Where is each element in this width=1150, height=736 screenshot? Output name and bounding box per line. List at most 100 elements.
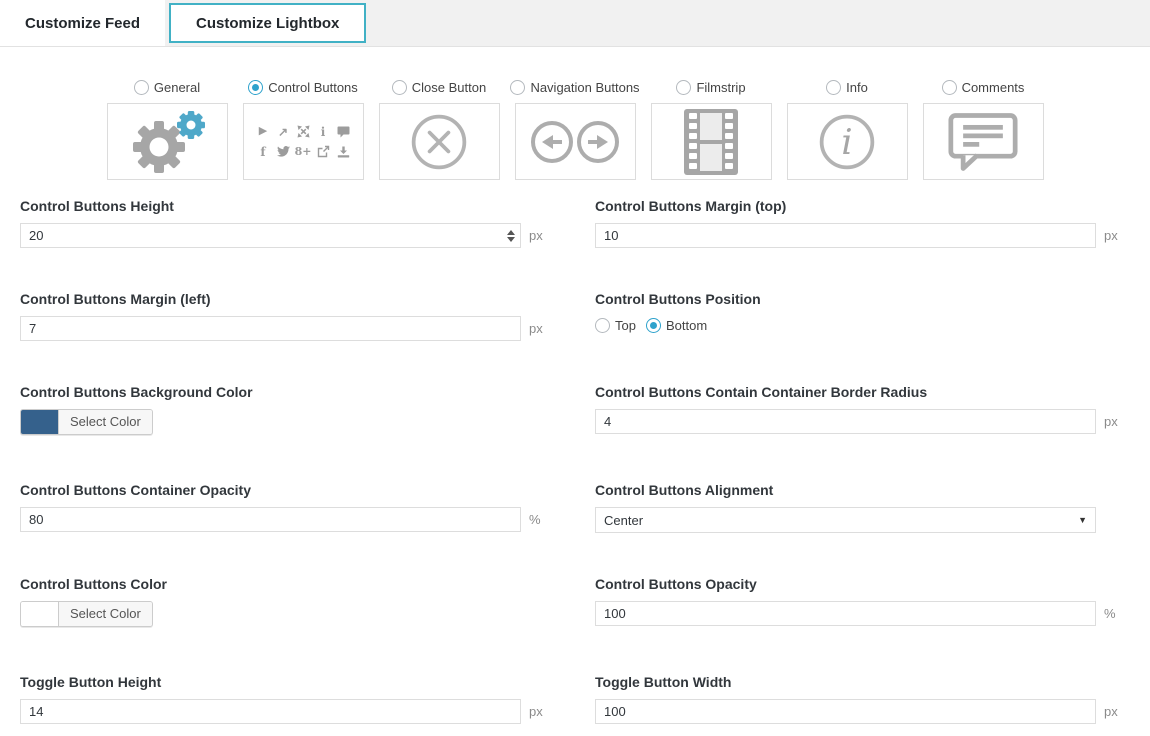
tab-bar: Customize Feed Customize Lightbox <box>0 0 1150 47</box>
control-buttons-margin-top-label: Control Buttons Margin (top) <box>595 198 1122 215</box>
position-top-label: Top <box>615 318 636 333</box>
close-circle-icon <box>408 111 470 173</box>
lightbox-section-picker: General <box>0 78 1150 180</box>
control-buttons-margin-top-input[interactable] <box>595 223 1096 248</box>
twitter-icon <box>277 146 290 157</box>
number-stepper-icon[interactable] <box>507 230 515 242</box>
section-navigation-buttons-icon-box[interactable] <box>515 103 636 180</box>
field-control-buttons-margin-left: Control Buttons Margin (left) px <box>20 291 547 341</box>
control-buttons-height-input[interactable] <box>20 223 521 248</box>
alignment-selected-value: Center <box>604 513 643 528</box>
control-buttons-opacity-input[interactable] <box>595 601 1096 626</box>
section-radio-general[interactable]: General <box>134 78 200 96</box>
control-buttons-background-color-label: Control Buttons Background Color <box>20 384 547 401</box>
section-info-icon-box[interactable]: i <box>787 103 908 180</box>
play-icon: ▶ <box>259 126 267 137</box>
unit-label: px <box>1104 228 1122 243</box>
section-close-button-label: Close Button <box>412 80 486 95</box>
section-comments-label: Comments <box>962 80 1025 95</box>
section-radio-close-button[interactable]: Close Button <box>392 78 486 96</box>
section-control-buttons-icon-box[interactable]: ▶ ↗ i f 8+ <box>243 103 364 180</box>
field-toggle-button-width: Toggle Button Width px <box>595 674 1122 724</box>
control-buttons-margin-left-input[interactable] <box>20 316 521 341</box>
select-color-button[interactable]: Select Color <box>59 602 152 626</box>
position-bottom-label: Bottom <box>666 318 707 333</box>
unit-label: px <box>529 228 547 243</box>
section-radio-comments[interactable]: Comments <box>942 78 1025 96</box>
radio-bottom-icon[interactable] <box>646 318 661 333</box>
unit-label: % <box>1104 606 1122 621</box>
container-border-radius-label: Control Buttons Contain Container Border… <box>595 384 1122 401</box>
radio-comments-icon[interactable] <box>942 80 957 95</box>
filmstrip-icon <box>681 108 741 176</box>
section-radio-control-buttons[interactable]: Control Buttons <box>248 78 358 96</box>
container-border-radius-input[interactable] <box>595 409 1096 434</box>
section-info-label: Info <box>846 80 868 95</box>
select-color-button[interactable]: Select Color <box>59 410 152 434</box>
radio-navigation-buttons-icon[interactable] <box>510 80 525 95</box>
facebook-icon: f <box>260 146 265 158</box>
nav-arrows-icon <box>527 119 623 165</box>
control-buttons-icon-set: ▶ ↗ i f 8+ <box>256 125 350 158</box>
radio-info-icon[interactable] <box>826 80 841 95</box>
section-filmstrip-label: Filmstrip <box>696 80 745 95</box>
radio-top-icon[interactable] <box>595 318 610 333</box>
toggle-button-height-input[interactable] <box>20 699 521 724</box>
field-container-border-radius: Control Buttons Contain Container Border… <box>595 384 1122 439</box>
toggle-button-width-input[interactable] <box>595 699 1096 724</box>
color-swatch[interactable] <box>21 410 59 434</box>
unit-label: px <box>1104 704 1122 719</box>
section-control-buttons-label: Control Buttons <box>268 80 358 95</box>
section-general-icon-box[interactable] <box>107 103 228 180</box>
alignment-select[interactable]: Center ▼ <box>595 507 1096 533</box>
control-buttons-position-label: Control Buttons Position <box>595 291 1122 308</box>
section-filmstrip-icon-box[interactable] <box>651 103 772 180</box>
tab-customize-feed[interactable]: Customize Feed <box>0 0 165 46</box>
field-control-buttons-opacity: Control Buttons Opacity % <box>595 576 1122 631</box>
control-buttons-settings-form: Control Buttons Height px Control Button… <box>0 180 1150 724</box>
section-radio-filmstrip[interactable]: Filmstrip <box>676 78 745 96</box>
section-navigation-buttons: Navigation Buttons <box>515 78 636 180</box>
section-general: General <box>107 78 228 180</box>
tab-customize-lightbox-label: Customize Lightbox <box>196 15 339 32</box>
background-color-picker[interactable]: Select Color <box>20 409 153 435</box>
section-close-button-icon-box[interactable] <box>379 103 500 180</box>
radio-filmstrip-icon[interactable] <box>676 80 691 95</box>
section-radio-navigation-buttons[interactable]: Navigation Buttons <box>510 78 639 96</box>
control-buttons-color-label: Control Buttons Color <box>20 576 547 593</box>
radio-general-icon[interactable] <box>134 80 149 95</box>
color-swatch[interactable] <box>21 602 59 626</box>
buttons-color-picker[interactable]: Select Color <box>20 601 153 627</box>
google-plus-icon: 8+ <box>295 146 312 157</box>
external-link-icon <box>317 145 330 158</box>
field-control-buttons-background-color: Control Buttons Background Color Select … <box>20 384 547 439</box>
section-comments-icon-box[interactable] <box>923 103 1044 180</box>
tab-customize-feed-label: Customize Feed <box>25 15 140 32</box>
toggle-button-height-label: Toggle Button Height <box>20 674 547 691</box>
section-radio-info[interactable]: Info <box>826 78 868 96</box>
expand-arrow-icon: ↗ <box>278 126 288 138</box>
position-bottom-option[interactable]: Bottom <box>646 318 707 333</box>
radio-close-button-icon[interactable] <box>392 80 407 95</box>
field-control-buttons-alignment: Control Buttons Alignment Center ▼ <box>595 482 1122 533</box>
control-buttons-alignment-label: Control Buttons Alignment <box>595 482 1122 499</box>
section-info: Info i <box>787 78 908 180</box>
field-control-buttons-height: Control Buttons Height px <box>20 198 547 248</box>
section-comments: Comments <box>923 78 1044 180</box>
comment-bubble-icon <box>948 112 1018 172</box>
unit-label: px <box>529 704 547 719</box>
section-close-button: Close Button <box>379 78 500 180</box>
field-container-opacity: Control Buttons Container Opacity % <box>20 482 547 533</box>
radio-control-buttons-icon[interactable] <box>248 80 263 95</box>
tab-customize-lightbox[interactable]: Customize Lightbox <box>169 3 366 43</box>
container-opacity-input[interactable] <box>20 507 521 532</box>
fullscreen-icon <box>297 125 310 138</box>
field-control-buttons-color: Control Buttons Color Select Color <box>20 576 547 631</box>
info-circle-icon: i <box>816 111 878 173</box>
toggle-button-width-label: Toggle Button Width <box>595 674 1122 691</box>
field-toggle-button-height: Toggle Button Height px <box>20 674 547 724</box>
svg-text:i: i <box>841 122 852 163</box>
field-control-buttons-position: Control Buttons Position Top Bottom <box>595 291 1122 341</box>
position-top-option[interactable]: Top <box>595 318 636 333</box>
container-opacity-label: Control Buttons Container Opacity <box>20 482 547 499</box>
